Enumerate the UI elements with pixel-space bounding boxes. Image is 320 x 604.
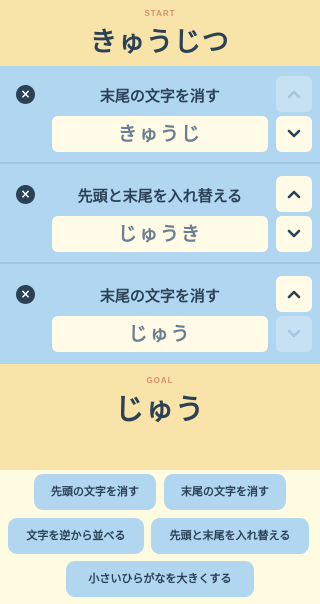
start-word: きゅうじつ — [90, 27, 230, 58]
move-down-button[interactable] — [276, 216, 312, 252]
goal-word: じゅう — [114, 392, 205, 426]
goal-label: GOAL — [146, 376, 174, 385]
remove-step-button[interactable]: × — [16, 285, 35, 304]
operation-chip-reverse[interactable]: 文字を逆から並べる — [8, 518, 144, 554]
start-section: START きゅうじつ — [0, 0, 320, 66]
chevron-down-icon — [287, 229, 301, 238]
operation-chip-delete-first[interactable]: 先頭の文字を消す — [34, 474, 156, 510]
step-2: × 先頭と末尾を入れ替える じゅうき — [0, 166, 320, 264]
step-3: × 末尾の文字を消す じゅう — [0, 266, 320, 364]
move-down-button — [276, 316, 312, 352]
step-operation-label: 末尾の文字を消す — [99, 287, 220, 305]
step-operation-label: 先頭と末尾を入れ替える — [77, 187, 243, 205]
operation-chip-swap-ends[interactable]: 先頭と末尾を入れ替える — [151, 518, 309, 554]
move-up-button[interactable] — [276, 176, 312, 212]
step-result-word: じゅう — [52, 316, 268, 352]
operation-palette: 先頭の文字を消す 末尾の文字を消す 文字を逆から並べる 先頭と末尾を入れ替える … — [0, 470, 320, 604]
chevron-down-icon — [287, 329, 301, 338]
chevron-up-icon — [287, 190, 301, 199]
remove-step-button[interactable]: × — [16, 85, 35, 104]
operation-chip-delete-last[interactable]: 末尾の文字を消す — [164, 474, 286, 510]
move-up-button — [276, 76, 312, 112]
move-down-button[interactable] — [276, 116, 312, 152]
chevron-up-icon — [287, 290, 301, 299]
steps-list: × 末尾の文字を消す きゅうじ × 先頭と末尾を入れ替える じゅうき × 末尾の… — [0, 66, 320, 364]
chevron-up-icon — [287, 90, 301, 99]
start-label: START — [144, 9, 176, 18]
operation-chip-enlarge-small-kana[interactable]: 小さいひらがなを大きくする — [66, 561, 254, 597]
step-1: × 末尾の文字を消す きゅうじ — [0, 66, 320, 164]
step-result-word: じゅうき — [52, 216, 268, 252]
step-operation-label: 末尾の文字を消す — [99, 87, 220, 105]
chevron-down-icon — [287, 129, 301, 138]
goal-section: GOAL じゅう — [0, 364, 320, 470]
move-up-button[interactable] — [276, 276, 312, 312]
step-result-word: きゅうじ — [52, 116, 268, 152]
remove-step-button[interactable]: × — [16, 185, 35, 204]
